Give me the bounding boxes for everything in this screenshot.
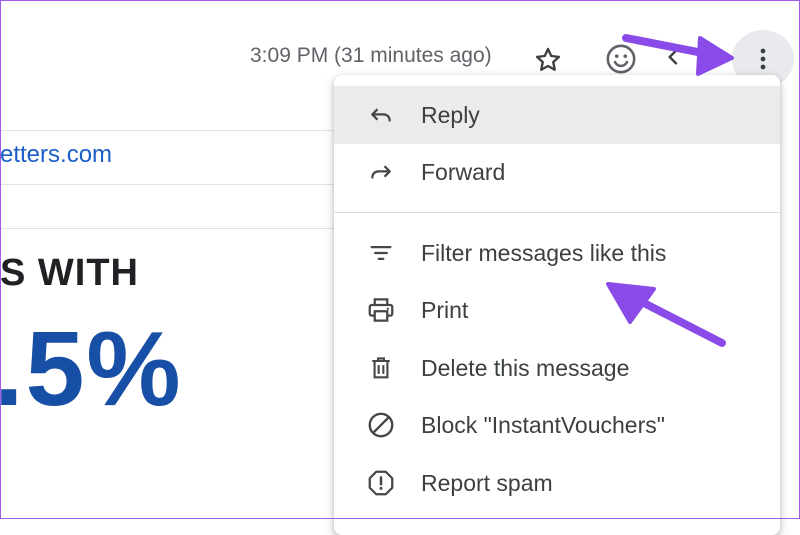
- menu-item-label: Delete this message: [421, 354, 630, 381]
- report-spam-icon: [366, 468, 396, 498]
- menu-item-forward[interactable]: Forward: [334, 143, 780, 201]
- filter-icon: [366, 238, 396, 268]
- more-vertical-icon: [760, 48, 766, 70]
- trash-icon: [366, 353, 396, 383]
- emoji-icon: [606, 44, 636, 74]
- menu-item-print[interactable]: Print: [334, 281, 780, 339]
- forward-icon: [366, 157, 396, 187]
- menu-item-reply[interactable]: Reply: [334, 86, 780, 144]
- email-divider: [0, 184, 340, 185]
- menu-item-label: Forward: [421, 158, 506, 185]
- reply-icon: [366, 100, 396, 130]
- menu-separator: [334, 212, 780, 213]
- star-icon: [535, 47, 561, 71]
- sender-link[interactable]: etters.com: [0, 141, 112, 169]
- menu-item-filter-messages[interactable]: Filter messages like this: [334, 224, 780, 282]
- reply-header-button[interactable]: [664, 42, 694, 72]
- print-icon: [366, 295, 396, 325]
- email-divider: [0, 228, 340, 229]
- block-icon: [366, 410, 396, 440]
- menu-item-block-sender[interactable]: Block "InstantVouchers": [334, 396, 780, 454]
- menu-item-report-spam[interactable]: Report spam: [334, 454, 780, 512]
- menu-item-label: Reply: [421, 101, 480, 128]
- menu-item-delete-message[interactable]: Delete this message: [334, 339, 780, 397]
- menu-item-label: Block "InstantVouchers": [421, 411, 665, 438]
- menu-item-label: Print: [421, 296, 469, 323]
- email-divider: [0, 130, 340, 131]
- star-button[interactable]: [530, 42, 566, 78]
- message-options-menu: Reply Forward Filter messages like this: [334, 75, 780, 535]
- reply-icon: [668, 49, 678, 65]
- menu-item-label: Filter messages like this: [421, 239, 667, 266]
- emoji-reaction-button[interactable]: [602, 40, 640, 78]
- message-timestamp: 3:09 PM (31 minutes ago): [250, 44, 492, 67]
- promo-percentage: .5%: [0, 310, 183, 428]
- menu-item-label: Report spam: [421, 469, 553, 496]
- promo-heading: S WITH: [0, 252, 139, 294]
